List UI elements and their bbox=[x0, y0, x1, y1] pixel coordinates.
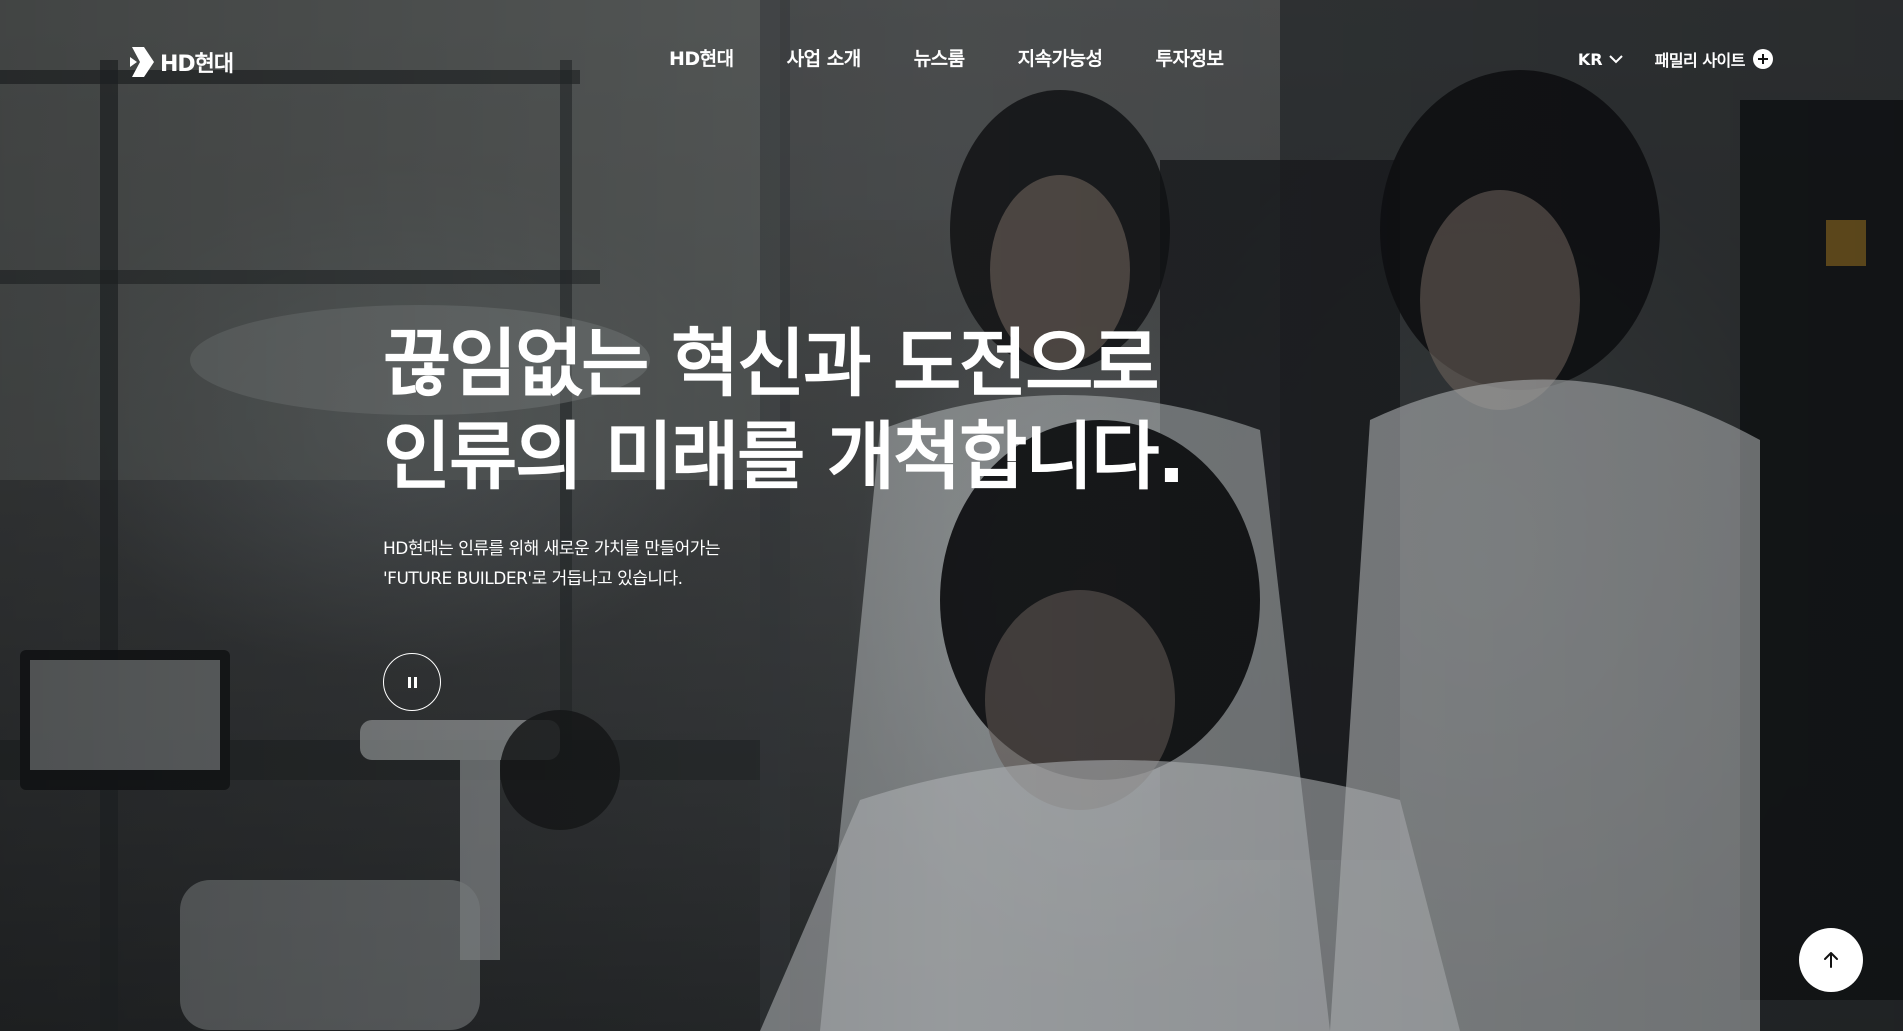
nav-item-business[interactable]: 사업 소개 bbox=[787, 44, 862, 71]
logo-text: HD현대 bbox=[160, 52, 234, 77]
hero-dark-overlay bbox=[0, 0, 1903, 1031]
language-label: KR bbox=[1577, 49, 1603, 69]
logo-mark-icon bbox=[130, 47, 154, 77]
pause-icon bbox=[407, 676, 411, 688]
hero-subcopy: HD현대는 인류를 위해 새로운 가치를 만들어가는 'FUTURE BUILD… bbox=[383, 534, 721, 594]
scroll-to-top-button[interactable] bbox=[1799, 928, 1863, 992]
site-header: HD현대 HD현대 사업 소개 뉴스룸 지속가능성 투자정보 KR 패밀리 사이… bbox=[0, 0, 1903, 118]
hero-subcopy-line-1: HD현대는 인류를 위해 새로운 가치를 만들어가는 bbox=[383, 539, 721, 559]
family-site-button[interactable]: 패밀리 사이트 bbox=[1655, 47, 1773, 71]
global-navigation: HD현대 사업 소개 뉴스룸 지속가능성 투자정보 bbox=[669, 44, 1224, 71]
nav-item-investor-relations[interactable]: 투자정보 bbox=[1156, 44, 1224, 71]
nav-item-newsroom[interactable]: 뉴스룸 bbox=[914, 44, 965, 71]
hero-headline: 끊임없는 혁신과 도전으로 인류의 미래를 개척합니다. bbox=[383, 318, 1186, 504]
arrow-up-icon bbox=[1824, 952, 1838, 968]
nav-item-hd-hyundai[interactable]: HD현대 bbox=[669, 44, 734, 71]
family-site-label: 패밀리 사이트 bbox=[1654, 51, 1746, 70]
hd-hyundai-logo[interactable]: HD현대 bbox=[130, 47, 234, 77]
header-utilities: KR 패밀리 사이트 bbox=[1578, 47, 1773, 71]
plus-circle-icon bbox=[1753, 49, 1773, 69]
hero-background-video bbox=[0, 0, 1903, 1031]
language-selector[interactable]: KR bbox=[1578, 50, 1623, 69]
video-pause-button[interactable] bbox=[383, 653, 441, 711]
hero-headline-line-1: 끊임없는 혁신과 도전으로 bbox=[383, 321, 1159, 407]
nav-item-sustainability[interactable]: 지속가능성 bbox=[1018, 44, 1103, 71]
hero-subcopy-line-2: 'FUTURE BUILDER'로 거듭나고 있습니다. bbox=[383, 569, 683, 589]
hero-headline-line-2: 인류의 미래를 개척합니다. bbox=[383, 414, 1186, 500]
chevron-down-icon bbox=[1608, 54, 1623, 63]
